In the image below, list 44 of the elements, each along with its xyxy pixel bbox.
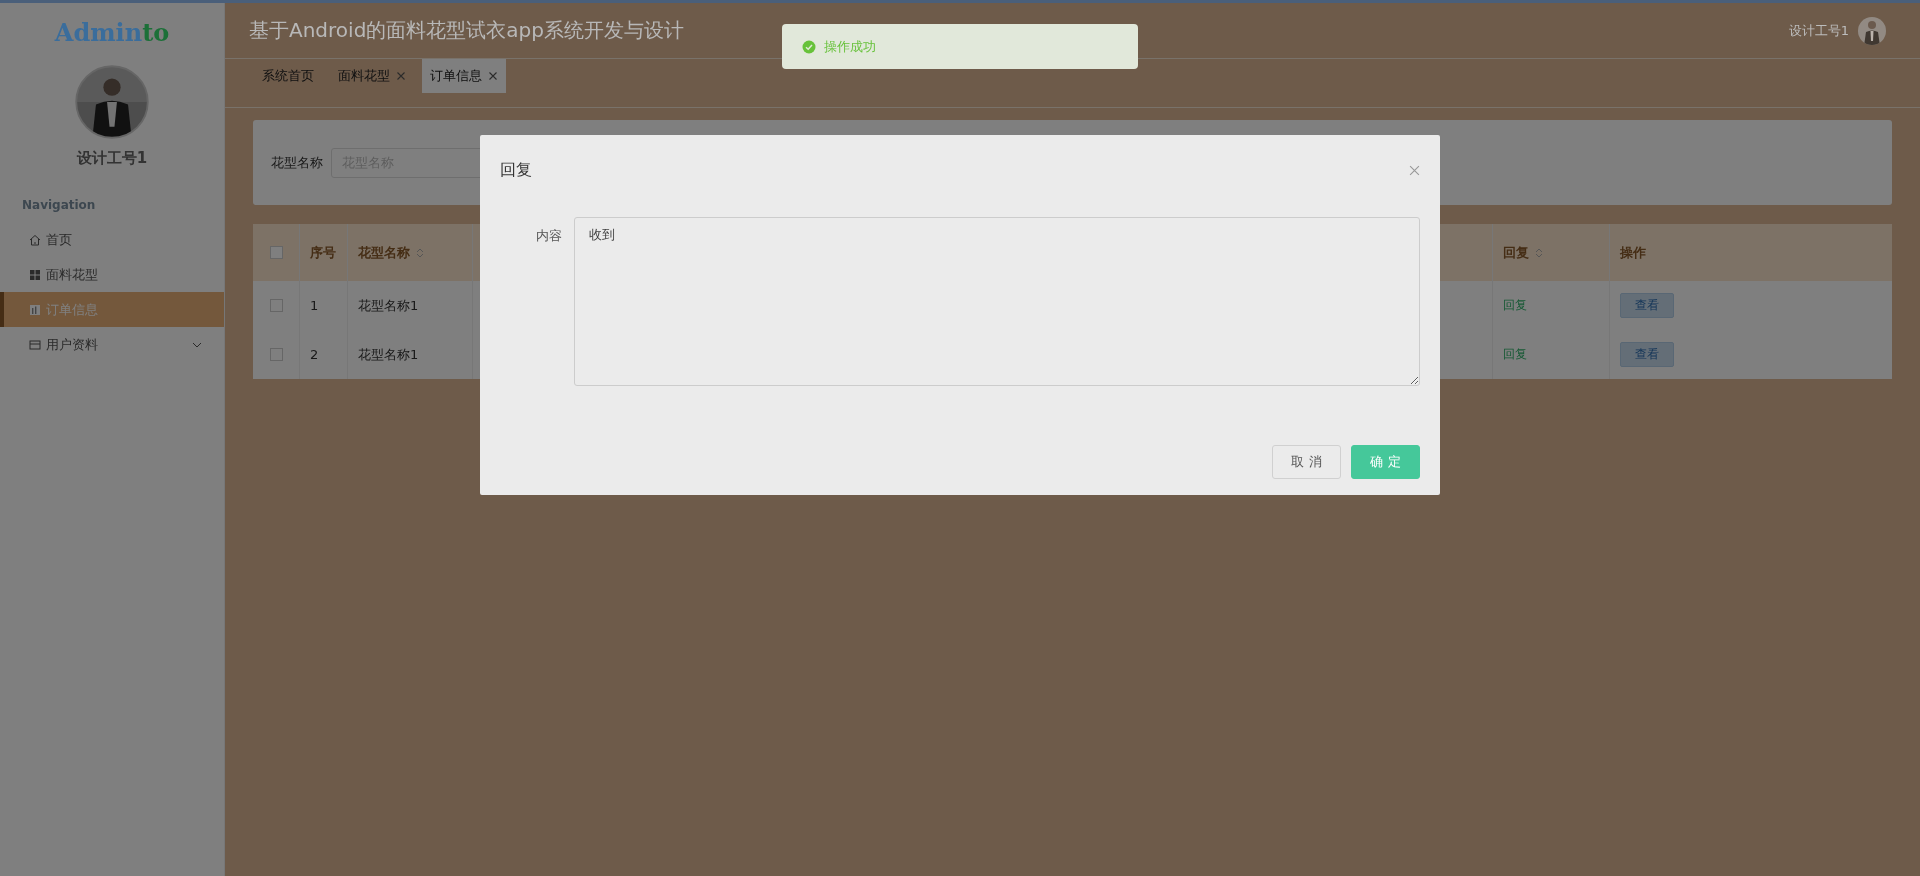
user-name: 设计工号1 xyxy=(1788,21,1849,40)
sidebar-item[interactable]: 面料花型 xyxy=(0,257,224,292)
view-button[interactable]: 查看 xyxy=(1620,342,1674,367)
page-tab[interactable]: 系统首页 xyxy=(254,59,322,93)
table-cell: 1 xyxy=(310,298,319,313)
reply-link[interactable]: 回复 xyxy=(1503,297,1527,314)
page-tab[interactable]: 订单信息 xyxy=(422,59,506,93)
close-icon[interactable] xyxy=(1409,164,1420,176)
nav-section-title: Navigation xyxy=(22,198,96,212)
table-cell: 2 xyxy=(310,347,319,362)
toast-message: 操作成功 xyxy=(824,37,876,56)
home-icon xyxy=(29,233,41,246)
field-label: 花型名称 xyxy=(271,153,323,172)
confirm-button[interactable]: 确 定 xyxy=(1351,445,1420,479)
bar-chart-icon xyxy=(29,303,41,316)
close-icon[interactable] xyxy=(488,71,498,81)
column-header: 回复 xyxy=(1503,243,1529,262)
column-header: 序号 xyxy=(310,243,336,262)
app-title: 基于Android的面料花型试衣app系统开发与设计 xyxy=(249,17,684,44)
checkbox[interactable] xyxy=(269,348,283,361)
content-field[interactable]: 收到 xyxy=(574,217,1420,386)
table-cell: 花型名称1 xyxy=(358,345,419,364)
grid-icon xyxy=(29,268,41,281)
column-header: 花型名称 xyxy=(358,243,410,262)
sidebar-item[interactable]: 用户资料 xyxy=(0,327,224,362)
checkbox[interactable] xyxy=(269,299,283,312)
close-icon[interactable] xyxy=(396,71,406,81)
sidebar-item[interactable]: 订单信息 xyxy=(0,292,224,327)
view-button[interactable]: 查看 xyxy=(1620,293,1674,318)
user-name: 设计工号1 xyxy=(76,149,148,168)
page-tab[interactable]: 面料花型 xyxy=(330,59,414,93)
sort-icon[interactable] xyxy=(1535,246,1543,259)
field-label: 内容 xyxy=(535,227,562,245)
check-circle-icon xyxy=(802,39,816,54)
sidebar-item[interactable]: 首页 xyxy=(0,222,224,257)
column-header: 操作 xyxy=(1620,243,1646,262)
card-icon xyxy=(29,338,41,351)
sort-icon[interactable] xyxy=(416,246,424,259)
cancel-button[interactable]: 取 消 xyxy=(1272,445,1341,479)
logo: Adminto xyxy=(54,17,170,49)
checkbox[interactable] xyxy=(269,246,283,259)
table-cell: 花型名称1 xyxy=(358,296,419,315)
dialog-title: 回复 xyxy=(500,159,532,181)
reply-link[interactable]: 回复 xyxy=(1503,346,1527,363)
